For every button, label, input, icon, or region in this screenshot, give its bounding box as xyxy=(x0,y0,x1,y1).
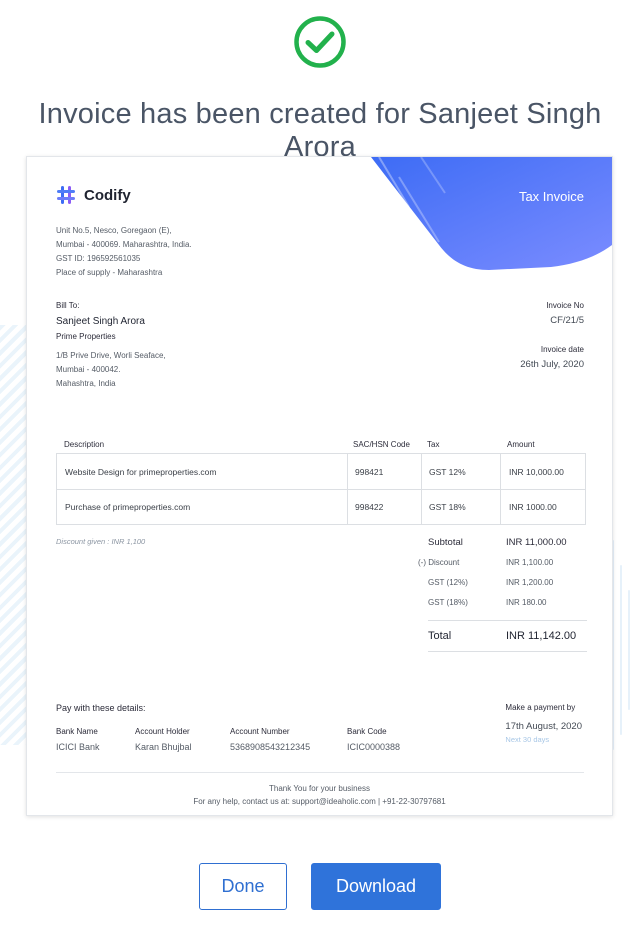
bill-to-address: 1/B Prive Drive, Worli Seaface, Mumbai -… xyxy=(56,351,166,388)
bill-to-name: Sanjeet Singh Arora xyxy=(56,316,145,327)
company-name: Codify xyxy=(84,186,131,204)
footer-contact: For any help, contact us at: support@ide… xyxy=(193,797,446,806)
corner-decoration xyxy=(371,157,612,270)
bank-code: Bank Code ICIC0000388 xyxy=(347,727,401,752)
payment-title: Pay with these details: xyxy=(56,703,146,713)
invoice-date: Invoice date 26th July, 2020 xyxy=(520,345,584,370)
invoice-number: Invoice No CF/21/5 xyxy=(546,301,584,326)
bank-name: Bank Name ICICI Bank xyxy=(56,727,100,752)
subtotal-row: Subtotal INR 11,000.00 xyxy=(428,536,567,548)
place-of-supply: Place of supply - Maharashtra xyxy=(56,268,163,277)
invoice-card: Tax Invoice Codify Unit No.5, Nesco, Gor… xyxy=(26,156,613,816)
bill-to-company: Prime Properties xyxy=(56,332,116,341)
company-logo: Codify xyxy=(56,185,131,205)
account-holder: Account Holder Karan Bhujbal xyxy=(135,727,192,752)
table-header: Description SAC/HSN Code Tax Amount xyxy=(64,439,535,449)
bill-to-label: Bill To: xyxy=(56,301,80,310)
download-button[interactable]: Download xyxy=(311,863,441,910)
company-address: Unit No.5, Nesco, Goregaon (E), Mumbai -… xyxy=(56,224,192,280)
discount-row: (-) Discount INR 1,100.00 xyxy=(418,557,554,567)
done-button[interactable]: Done xyxy=(199,863,287,910)
gst-id: GST ID: 196592561035 xyxy=(56,254,141,263)
footer-thanks: Thank You for your business xyxy=(269,784,370,793)
discount-note: Discount given : INR 1,100 xyxy=(56,537,146,546)
totals-section: Subtotal INR 11,000.00 (-) Discount INR … xyxy=(412,532,587,652)
table-row: Purchase of primeproperties.com 998422 G… xyxy=(57,489,585,524)
payment-due: Make a payment by 17th August, 2020 Next… xyxy=(505,703,582,744)
page-headline: Invoice has been created for Sanjeet Sin… xyxy=(38,98,602,163)
hash-logo-icon xyxy=(57,186,75,204)
doc-type-label: Tax Invoice xyxy=(518,189,584,204)
footer-divider xyxy=(56,772,584,773)
table-row: Website Design for primeproperties.com 9… xyxy=(57,454,585,489)
check-circle-icon xyxy=(294,16,346,68)
total-row: Total INR 11,142.00 xyxy=(428,620,587,652)
items-table: Description SAC/HSN Code Tax Amount Webs… xyxy=(56,435,586,525)
background-lines xyxy=(612,540,632,750)
gst18-row: GST (18%) INR 180.00 xyxy=(428,597,547,607)
account-number: Account Number 5368908543212345 xyxy=(230,727,311,752)
gst12-row: GST (12%) INR 1,200.00 xyxy=(428,577,554,587)
